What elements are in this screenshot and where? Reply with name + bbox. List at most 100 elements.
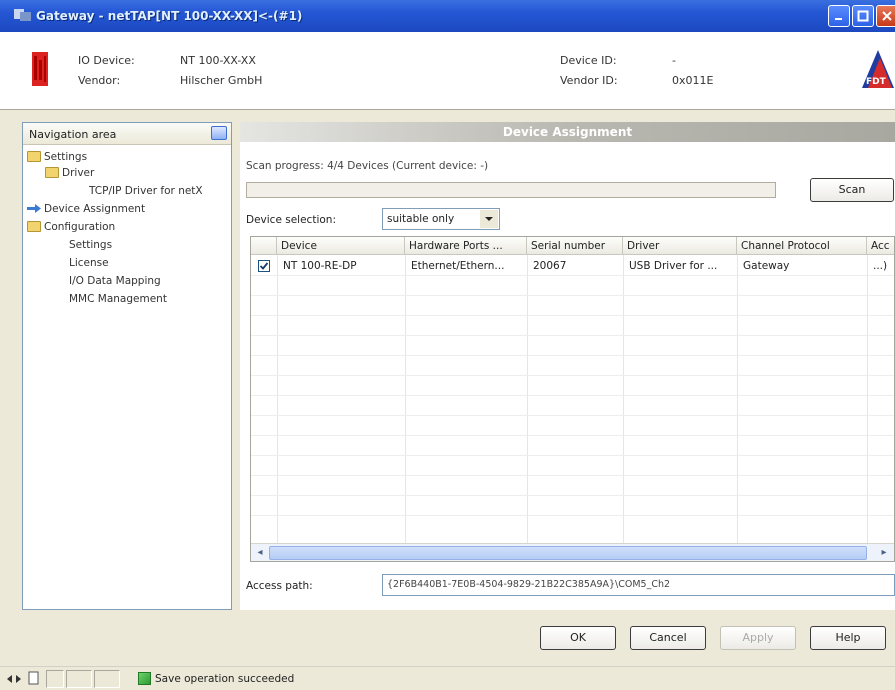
document-icon[interactable]: [28, 671, 40, 686]
table-cell-serial-number[interactable]: 20067: [529, 257, 623, 275]
tree-item-device-assignment[interactable]: Device Assignment: [27, 203, 145, 215]
tree-item-io-data-mapping[interactable]: I/O Data Mapping: [69, 275, 161, 287]
device-table[interactable]: Device Hardware Ports ... Serial number …: [250, 236, 895, 562]
success-icon: [138, 672, 151, 685]
scroll-right-icon[interactable]: ▸: [877, 546, 891, 560]
grid-line: [251, 295, 894, 296]
table-cell-channel-protocol[interactable]: Gateway: [739, 257, 867, 275]
cancel-button[interactable]: Cancel: [630, 626, 706, 650]
folder-icon: [45, 167, 59, 178]
column-header-check[interactable]: [251, 237, 277, 255]
grid-line: [251, 395, 894, 396]
column-header-channel-protocol[interactable]: Channel Protocol: [737, 237, 867, 255]
pin-icon[interactable]: [211, 126, 227, 140]
table-cell-device[interactable]: NT 100-RE-DP: [279, 257, 405, 275]
column-header-serial-number[interactable]: Serial number: [527, 237, 623, 255]
grid-line: [737, 255, 738, 545]
minimize-button[interactable]: [828, 5, 850, 27]
tree-item-license[interactable]: License: [69, 257, 109, 269]
grid-line: [251, 435, 894, 436]
apply-button[interactable]: Apply: [720, 626, 796, 650]
chevron-down-icon: [485, 217, 493, 221]
window-title: Gateway - netTAP[NT 100-XX-XX]<-(#1): [36, 9, 303, 23]
grid-line: [251, 315, 894, 316]
row-checkbox[interactable]: [258, 260, 270, 272]
grid-line: [527, 255, 528, 545]
grid-line: [251, 475, 894, 476]
grid-line: [251, 495, 894, 496]
tree-item-mmc-management[interactable]: MMC Management: [69, 293, 167, 305]
grid-line: [251, 455, 894, 456]
device-id-value: -: [672, 54, 676, 67]
ok-button[interactable]: OK: [540, 626, 616, 650]
fdt-logo-text: FDT: [866, 77, 887, 87]
vendor-label: Vendor:: [78, 74, 121, 87]
grid-line: [251, 335, 894, 336]
vendor-id-value: 0x011E: [672, 74, 714, 87]
io-device-label: IO Device:: [78, 54, 135, 67]
folder-icon: [27, 151, 41, 162]
hilscher-logo-icon: [32, 52, 48, 86]
close-button[interactable]: [876, 5, 895, 27]
panel-header: Device Assignment: [240, 122, 895, 142]
app-icon: [14, 9, 31, 21]
device-selection-value: suitable only: [387, 213, 455, 225]
grid-line: [623, 255, 624, 545]
checkmark-icon: [259, 262, 269, 270]
column-header-access[interactable]: Acc: [867, 237, 894, 255]
grid-line: [251, 515, 894, 516]
grid-line: [251, 415, 894, 416]
grid-line: [251, 355, 894, 356]
device-id-label: Device ID:: [560, 54, 617, 67]
device-assignment-panel: Device Assignment Scan progress: 4/4 Dev…: [240, 122, 895, 610]
grid-line: [867, 255, 868, 545]
tree-item-config-settings[interactable]: Settings: [69, 239, 112, 251]
table-cell-driver[interactable]: USB Driver for ...: [625, 257, 737, 275]
device-selection-dropdown[interactable]: suitable only: [382, 208, 500, 230]
io-device-value: NT 100-XX-XX: [180, 54, 256, 67]
grid-line: [251, 275, 894, 276]
status-message: Save operation succeeded: [155, 673, 295, 685]
expand-collapse-icon[interactable]: [6, 672, 22, 686]
tree-item-settings[interactable]: Settings: [27, 151, 87, 163]
navigation-area: Navigation area Settings Driver TCP/IP D…: [22, 122, 232, 610]
tree-item-configuration[interactable]: Configuration: [27, 221, 115, 233]
column-header-hardware-ports[interactable]: Hardware Ports ...: [405, 237, 527, 255]
device-header: IO Device: NT 100-XX-XX Vendor: Hilscher…: [0, 32, 895, 110]
tree-item-driver[interactable]: Driver: [45, 167, 94, 179]
scan-progress-bar: [246, 182, 776, 198]
scan-progress-text: Scan progress: 4/4 Devices (Current devi…: [246, 160, 489, 172]
close-icon: [882, 11, 892, 21]
grid-line: [277, 255, 278, 545]
device-selection-label: Device selection:: [246, 214, 336, 226]
help-button[interactable]: Help: [810, 626, 886, 650]
vendor-id-label: Vendor ID:: [560, 74, 618, 87]
title-bar[interactable]: Gateway - netTAP[NT 100-XX-XX]<-(#1): [0, 0, 895, 32]
table-cell-access[interactable]: ...): [869, 257, 894, 275]
access-path-label: Access path:: [246, 580, 313, 592]
minimize-icon: [835, 18, 842, 20]
scroll-left-icon[interactable]: ◂: [253, 546, 267, 560]
horizontal-scrollbar[interactable]: ◂ ▸: [251, 543, 894, 561]
status-bar: Save operation succeeded: [0, 666, 895, 690]
status-cell: [66, 670, 92, 688]
grid-line: [405, 255, 406, 545]
maximize-icon: [857, 10, 869, 22]
table-cell-hardware-ports[interactable]: Ethernet/Ethern...: [407, 257, 527, 275]
dropdown-button[interactable]: [480, 210, 498, 228]
fdt-logo-icon: FDT: [862, 50, 894, 88]
maximize-button[interactable]: [852, 5, 874, 27]
navigation-title: Navigation area: [29, 128, 117, 141]
navigation-header: Navigation area: [23, 123, 231, 145]
scrollbar-thumb[interactable]: [269, 546, 867, 560]
status-cell: [46, 670, 64, 688]
scan-button[interactable]: Scan: [810, 178, 894, 202]
tree-item-tcpip-driver[interactable]: TCP/IP Driver for netX: [89, 185, 203, 197]
folder-icon: [27, 221, 41, 232]
vendor-value: Hilscher GmbH: [180, 74, 263, 87]
column-header-driver[interactable]: Driver: [623, 237, 737, 255]
access-path-field[interactable]: {2F6B440B1-7E0B-4504-9829-21B22C385A9A}\…: [382, 574, 895, 596]
status-cell: [94, 670, 120, 688]
panel-title: Device Assignment: [502, 125, 633, 139]
column-header-device[interactable]: Device: [277, 237, 405, 255]
